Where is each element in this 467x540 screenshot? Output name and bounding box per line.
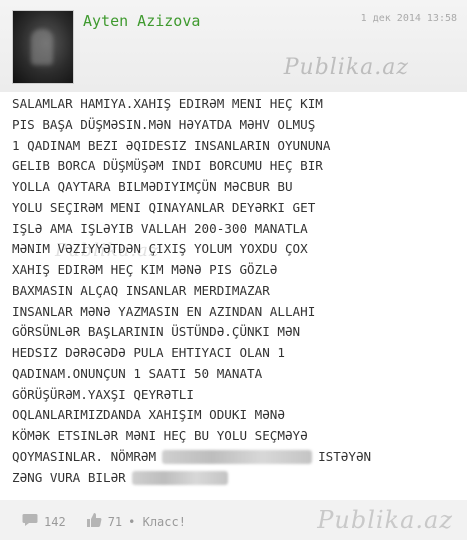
- post-line: 1 QADINAM BEZI ƏQIDESIZ INSANLARIN OYUNU…: [12, 137, 331, 153]
- post-line: PIS BAŞA DÜŞMƏSIN.MƏN HƏYATDA MƏHV OLMUŞ: [12, 116, 316, 132]
- post-line: HEDSIZ DƏRƏCƏDƏ PULA EHTIYACI OLAN 1: [12, 345, 285, 360]
- post-line: YOLLA QAYTARA BILMƏDIYIMÇÜN MƏCBUR BU: [12, 179, 293, 194]
- post-line: MƏNIM VƏZIYYƏTDƏN ÇIXIŞ YOLUM YOXDU ÇOX: [12, 241, 308, 257]
- class-button[interactable]: • Класс!: [128, 515, 186, 529]
- blurred-phone-number: [131, 471, 228, 485]
- post-actions: 142 71 • Класс!: [22, 512, 186, 532]
- likes-count[interactable]: 71: [108, 515, 122, 529]
- post-header: Ayten Azizova 1 дек 2014 13:58 Publika.a…: [0, 0, 467, 92]
- author-name[interactable]: Ayten Azizova: [83, 12, 200, 30]
- post-body: SALAMLAR HAMIYA.XAHIŞ EDIRƏM MENI HEÇ KI…: [12, 94, 460, 488]
- post-line-text: ISTƏYƏN: [318, 448, 372, 464]
- blurred-phone-number: [162, 450, 313, 465]
- post-line: GÖRÜŞÜRƏM.YAXŞI QEYRƏTLI: [12, 386, 194, 402]
- post-line: YOLU SEÇIRƏM MENI QINAYANLAR DEYƏRKI GET: [12, 199, 316, 215]
- post-date: 1 дек 2014 13:58: [360, 13, 457, 24]
- watermark-logo: Publika.az: [283, 55, 409, 80]
- post-line: IŞLƏ AMA IŞLƏYIB VALLAH 200-300 MANATLA: [12, 220, 308, 236]
- post-line-text: QOYMASINLAR. NÖMRƏM: [12, 448, 157, 464]
- watermark-logo: Publika.az: [317, 506, 453, 534]
- post-line-text: ZƏNG VURA BILƏR: [12, 469, 126, 485]
- post-footer: 142 71 • Класс! Publika.az: [0, 500, 467, 540]
- post-line: GÖRSÜNLƏR BAŞLARININ ÜSTÜNDƏ.ÇÜNKI MƏN: [12, 324, 301, 340]
- post-line: XAHIŞ EDIRƏM HEÇ KIM MƏNƏ PIS GÖZLƏ: [12, 262, 278, 277]
- comments-count[interactable]: 142: [44, 515, 66, 529]
- avatar[interactable]: [12, 10, 74, 84]
- post-line: OQLANLARIMIZDANDA XAHIŞIM ODUKI MƏNƏ: [12, 407, 285, 423]
- post-line: KÖMƏK ETSINLƏR MƏNI HEÇ BU YOLU SEÇMƏYƏ: [12, 428, 308, 443]
- post-line: QADINAM.ONUNÇUN 1 SAATI 50 MANATA: [12, 365, 263, 381]
- comment-icon[interactable]: [22, 513, 38, 531]
- post-line: SALAMLAR HAMIYA.XAHIŞ EDIRƏM MENI HEÇ KI…: [12, 96, 323, 111]
- post-line-last: ZƏNG VURA BILƏR: [12, 468, 460, 489]
- post-line: BAXMASIN ALÇAQ INSANLAR MERDIMAZAR: [12, 282, 270, 298]
- thumbs-up-icon[interactable]: [86, 512, 102, 532]
- post-line-phone: QOYMASINLAR. NÖMRƏM ISTƏYƏN: [12, 447, 460, 468]
- post-line: INSANLAR MƏNƏ YAZMASIN EN AZINDAN ALLAHI: [12, 303, 316, 319]
- post-line: GELIB BORCA DÜŞMÜŞƏM INDI BORCUMU HEÇ BI…: [12, 158, 323, 174]
